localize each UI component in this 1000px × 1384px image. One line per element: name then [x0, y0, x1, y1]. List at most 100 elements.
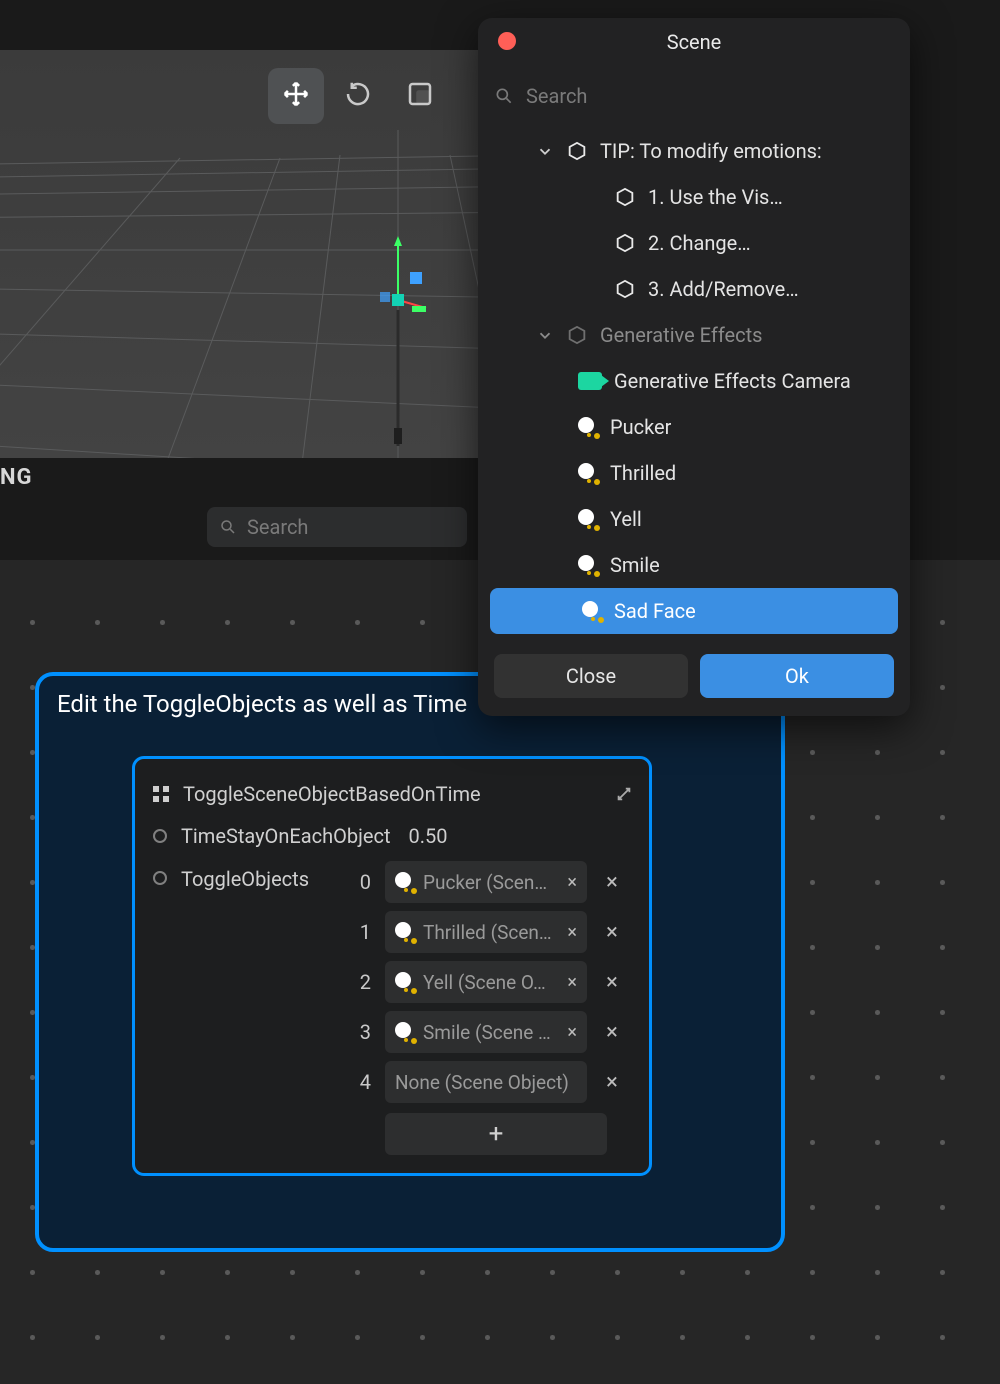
clear-slot-icon[interactable]: × — [567, 1022, 577, 1043]
tree-item[interactable]: 1. Use the Vis… — [486, 174, 902, 220]
scene-search-input[interactable]: Search — [494, 76, 894, 116]
tree-item-emotion[interactable]: Smile — [486, 542, 902, 588]
row-index: 0 — [353, 870, 371, 894]
remove-row-icon[interactable]: × — [601, 1020, 623, 1045]
rotate-tool-button[interactable] — [330, 68, 386, 124]
node-title: ToggleSceneObjectBasedOnTime — [183, 782, 481, 806]
scene-picker-popup: Scene Search TIP: To modify emotions: 1.… — [478, 18, 910, 716]
plus-icon: + — [489, 1119, 504, 1149]
popup-titlebar[interactable]: Scene — [478, 18, 910, 66]
close-button[interactable]: Close — [494, 654, 688, 698]
tree-label: Smile — [610, 553, 660, 577]
face-object-icon — [582, 601, 602, 621]
face-object-icon — [578, 417, 598, 437]
row-index: 2 — [353, 970, 371, 994]
tree-item-emotion[interactable]: Yell — [486, 496, 902, 542]
search-placeholder: Search — [247, 515, 308, 539]
toggle-objects-label: ToggleObjects — [181, 867, 309, 891]
scene-search-placeholder: Search — [526, 84, 587, 108]
clear-slot-icon[interactable]: × — [567, 972, 577, 993]
rotate-icon — [343, 79, 373, 113]
remove-row-icon[interactable]: × — [601, 970, 623, 995]
grid-icon — [151, 784, 171, 804]
node-toggle-scene-object[interactable]: ToggleSceneObjectBasedOnTime TimeStayOnE… — [132, 756, 652, 1176]
time-value[interactable]: 0.50 — [408, 824, 447, 848]
row-index: 3 — [353, 1020, 371, 1044]
chevron-down-icon[interactable] — [536, 326, 554, 344]
search-icon — [219, 518, 237, 536]
face-object-icon — [578, 509, 598, 529]
tree-label: Thrilled — [610, 461, 676, 485]
toggle-object-row: 4 None (Scene Object) × — [353, 1061, 623, 1103]
chevron-down-icon[interactable] — [536, 142, 554, 160]
move-icon — [281, 79, 311, 113]
node-time-row[interactable]: TimeStayOnEachObject 0.50 — [135, 815, 649, 857]
port-icon[interactable] — [153, 829, 167, 843]
object-slot-empty[interactable]: None (Scene Object) — [385, 1061, 587, 1103]
face-object-icon — [395, 922, 415, 942]
toggle-object-row: 1 Thrilled (Scen… × × — [353, 911, 623, 953]
search-icon — [494, 86, 514, 106]
face-object-icon — [395, 1022, 415, 1042]
face-object-icon — [395, 872, 415, 892]
object-placeholder: None (Scene Object) — [395, 1071, 569, 1094]
popup-footer: Close Ok — [478, 644, 910, 716]
object-slot[interactable]: Thrilled (Scen… × — [385, 911, 587, 953]
tree-label: Yell — [610, 507, 642, 531]
tree-item-camera[interactable]: Generative Effects Camera — [486, 358, 902, 404]
object-label: Thrilled (Scen… — [423, 921, 552, 944]
object-slot[interactable]: Smile (Scene … × — [385, 1011, 587, 1053]
tree-group-generative[interactable]: Generative Effects — [486, 312, 902, 358]
tree-item[interactable]: 2. Change… — [486, 220, 902, 266]
scale-icon — [405, 79, 435, 113]
tree-item-emotion-selected[interactable]: Sad Face — [490, 588, 898, 634]
scene-tree: TIP: To modify emotions: 1. Use the Vis…… — [478, 122, 910, 644]
scene-node-icon — [614, 232, 636, 254]
tree-label: 2. Change… — [648, 231, 751, 255]
ok-button[interactable]: Ok — [700, 654, 894, 698]
port-icon[interactable] — [153, 871, 167, 885]
add-toggle-object-button[interactable]: + — [385, 1113, 607, 1155]
status-tag: NG — [0, 465, 33, 490]
remove-row-icon[interactable]: × — [601, 870, 623, 895]
tree-label: Generative Effects — [600, 323, 762, 347]
face-object-icon — [578, 463, 598, 483]
object-slot[interactable]: Yell (Scene O… × — [385, 961, 587, 1003]
tree-item-emotion[interactable]: Thrilled — [486, 450, 902, 496]
scene-node-icon — [566, 140, 588, 162]
toggle-object-row: 2 Yell (Scene O… × × — [353, 961, 623, 1003]
toggle-object-row: 3 Smile (Scene … × × — [353, 1011, 623, 1053]
tree-label: 3. Add/Remove… — [648, 277, 799, 301]
remove-row-icon[interactable]: × — [601, 920, 623, 945]
tree-label: Generative Effects Camera — [614, 369, 851, 393]
remove-row-icon[interactable]: × — [601, 1070, 623, 1095]
object-slot[interactable]: Pucker (Scen… × — [385, 861, 587, 903]
face-object-icon — [395, 972, 415, 992]
clear-slot-icon[interactable]: × — [567, 872, 577, 893]
toggle-object-row: 0 Pucker (Scen… × × — [353, 861, 623, 903]
close-button-label: Close — [566, 664, 616, 688]
scale-tool-button[interactable] — [392, 68, 448, 124]
node-header[interactable]: ToggleSceneObjectBasedOnTime — [135, 773, 649, 815]
scene-node-icon — [614, 186, 636, 208]
camera-icon — [578, 372, 602, 390]
row-index: 4 — [353, 1070, 371, 1094]
viewport-tool-toolbar — [268, 68, 448, 124]
tree-group-tip[interactable]: TIP: To modify emotions: — [486, 128, 902, 174]
move-tool-button[interactable] — [268, 68, 324, 124]
clear-slot-icon[interactable]: × — [567, 922, 577, 943]
object-label: Yell (Scene O… — [423, 971, 546, 994]
asset-search-input[interactable]: Search — [207, 507, 467, 547]
tree-item-emotion[interactable]: Pucker — [486, 404, 902, 450]
object-label: Pucker (Scen… — [423, 871, 547, 894]
row-index: 1 — [353, 920, 371, 944]
expand-icon[interactable] — [615, 785, 633, 803]
annotation-title: Edit the ToggleObjects as well as Time — [57, 690, 467, 718]
face-object-icon — [578, 555, 598, 575]
tree-label: Pucker — [610, 415, 671, 439]
window-close-icon[interactable] — [498, 32, 516, 50]
ok-button-label: Ok — [785, 664, 809, 688]
object-label: Smile (Scene … — [423, 1021, 551, 1044]
tree-item[interactable]: 3. Add/Remove… — [486, 266, 902, 312]
time-label: TimeStayOnEachObject — [181, 824, 390, 848]
